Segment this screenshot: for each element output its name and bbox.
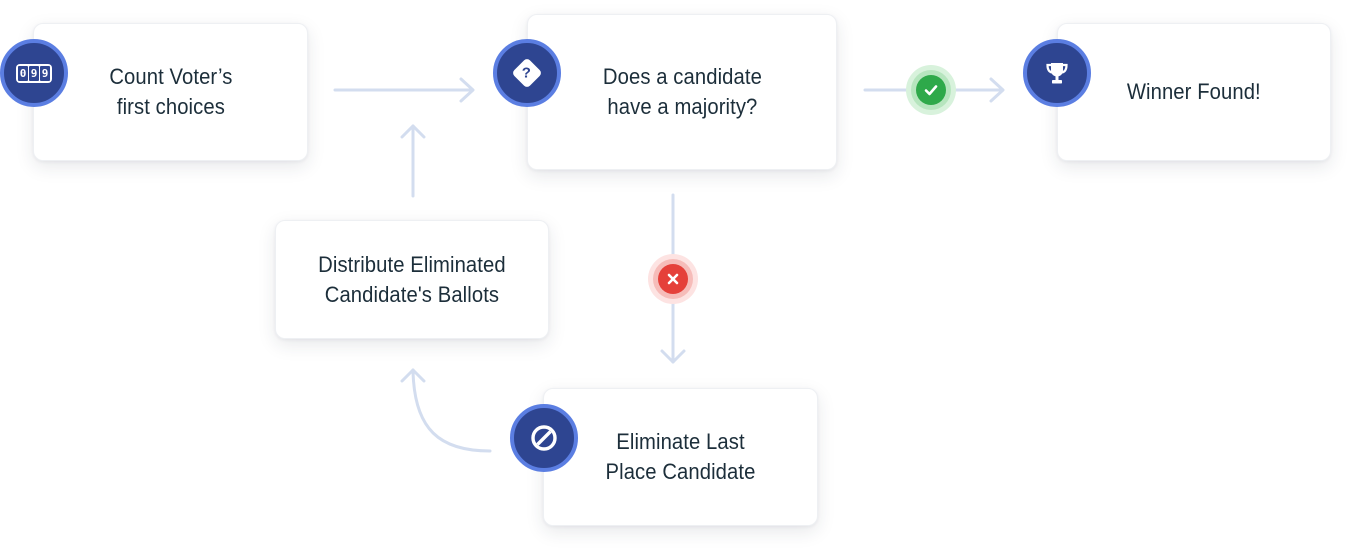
success-marker [906, 65, 956, 115]
node-count-first-choices: Count Voter’s first choices [33, 23, 308, 161]
node-label: Does a candidate have a majority? [602, 64, 762, 119]
prohibited-badge [510, 404, 578, 472]
trophy-icon [1046, 63, 1068, 84]
node-majority-question: Does a candidate have a majority? [527, 14, 837, 170]
edge-eliminate-to-distribute [400, 368, 492, 453]
trophy-badge [1023, 39, 1091, 107]
node-label: Eliminate Last Place Candidate [605, 429, 756, 484]
counter-digit: 9 [29, 65, 39, 81]
question-diamond-icon: ? [511, 57, 543, 89]
node-label: Count Voter’s first choices [108, 64, 233, 119]
failure-marker [648, 254, 698, 304]
prohibited-icon [531, 425, 557, 451]
edge-distribute-to-count [400, 124, 426, 198]
counter-digit: 0 [18, 65, 28, 81]
question-glyph: ? [522, 64, 532, 82]
node-label: Winner Found! [1127, 79, 1261, 104]
node-winner-found: Winner Found! [1057, 23, 1331, 161]
x-icon [658, 264, 688, 294]
question-badge: ? [493, 39, 561, 107]
node-label: Distribute Eliminated Candidate's Ballot… [318, 251, 506, 307]
counter-icon: 0 9 9 [16, 63, 52, 83]
edge-count-to-majority [333, 77, 475, 103]
check-icon [916, 75, 946, 105]
counter-badge: 0 9 9 [0, 39, 68, 107]
node-distribute-ballots: Distribute Eliminated Candidate's Ballot… [275, 220, 549, 339]
node-eliminate-last-place: Eliminate Last Place Candidate [543, 388, 818, 526]
counter-digit: 9 [40, 65, 50, 81]
